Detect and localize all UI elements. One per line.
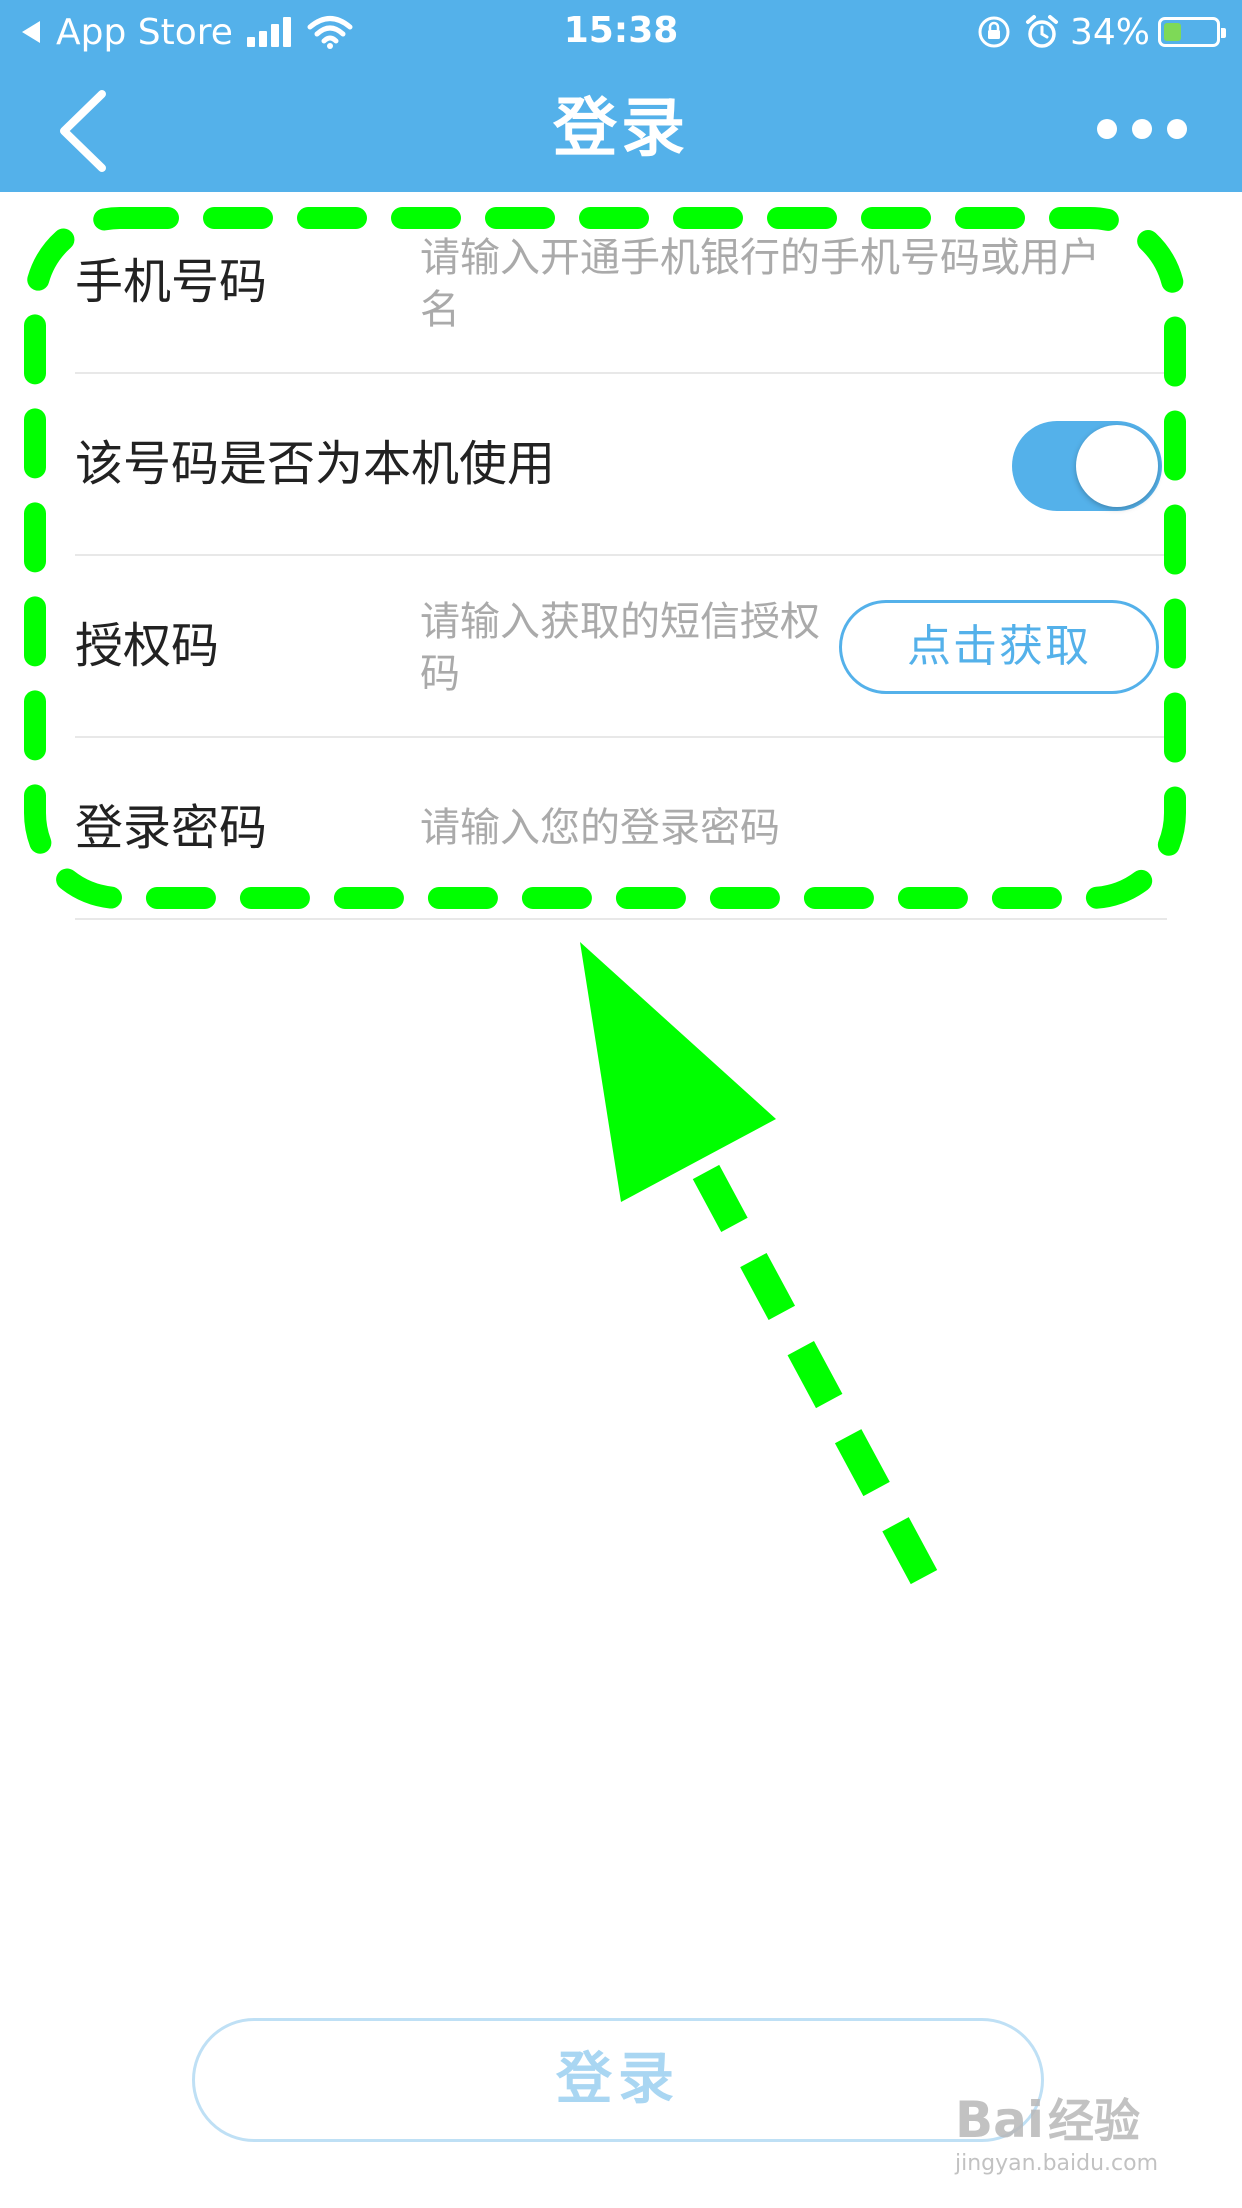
status-right: 34% bbox=[976, 10, 1226, 54]
watermark-logo-text: Bai bbox=[955, 2091, 1044, 2149]
battery-percent: 34% bbox=[1069, 11, 1150, 53]
phone-label: 手机号码 bbox=[75, 254, 268, 310]
alarm-icon bbox=[1025, 15, 1058, 48]
watermark-logo: Bai经验 bbox=[955, 2090, 1195, 2151]
auth-code-input[interactable]: 请输入获取的短信授权码 bbox=[420, 596, 820, 700]
page-title: 登录 bbox=[553, 92, 689, 166]
own-device-row: 该号码是否为本机使用 bbox=[75, 374, 1167, 556]
battery-fill bbox=[1164, 23, 1181, 41]
nav-bar: 登录 bbox=[0, 64, 1242, 192]
auth-code-row: 授权码 请输入获取的短信授权码 点击获取 bbox=[75, 556, 1167, 738]
top-bar: App Store 15:38 34% 登录 bbox=[0, 0, 1242, 192]
phone-input[interactable]: 请输入开通手机银行的手机号码或用户名 bbox=[420, 232, 1120, 336]
toggle-knob bbox=[1076, 425, 1158, 507]
phone-row: 手机号码 请输入开通手机银行的手机号码或用户名 bbox=[75, 192, 1167, 374]
status-bar: App Store 15:38 34% bbox=[0, 0, 1242, 64]
watermark-url: jingyan.baidu.com bbox=[955, 2151, 1159, 2176]
annotation-arrow-shaft bbox=[692, 1164, 946, 1600]
annotation-arrow-head bbox=[580, 942, 776, 1202]
rotation-lock-icon bbox=[978, 16, 1010, 48]
login-form: 手机号码 请输入开通手机银行的手机号码或用户名 该号码是否为本机使用 授权码 请… bbox=[75, 192, 1167, 920]
auth-code-label: 授权码 bbox=[75, 618, 220, 674]
password-row: 登录密码 请输入您的登录密码 bbox=[75, 738, 1167, 920]
more-dots-icon[interactable] bbox=[1097, 104, 1187, 154]
baidu-watermark: Bai经验 jingyan.baidu.com bbox=[955, 2090, 1195, 2190]
password-input[interactable]: 请输入您的登录密码 bbox=[420, 802, 1120, 854]
own-device-label: 该号码是否为本机使用 bbox=[75, 436, 556, 492]
login-button[interactable]: 登录 bbox=[192, 2018, 1044, 2142]
watermark-logo-cn: 经验 bbox=[1048, 2094, 1140, 2148]
own-device-toggle[interactable] bbox=[1012, 421, 1162, 511]
chevron-left-icon bbox=[60, 90, 106, 172]
back-button[interactable] bbox=[50, 84, 130, 174]
battery-icon bbox=[1158, 17, 1226, 47]
password-label: 登录密码 bbox=[75, 800, 268, 856]
get-code-button[interactable]: 点击获取 bbox=[839, 600, 1159, 694]
